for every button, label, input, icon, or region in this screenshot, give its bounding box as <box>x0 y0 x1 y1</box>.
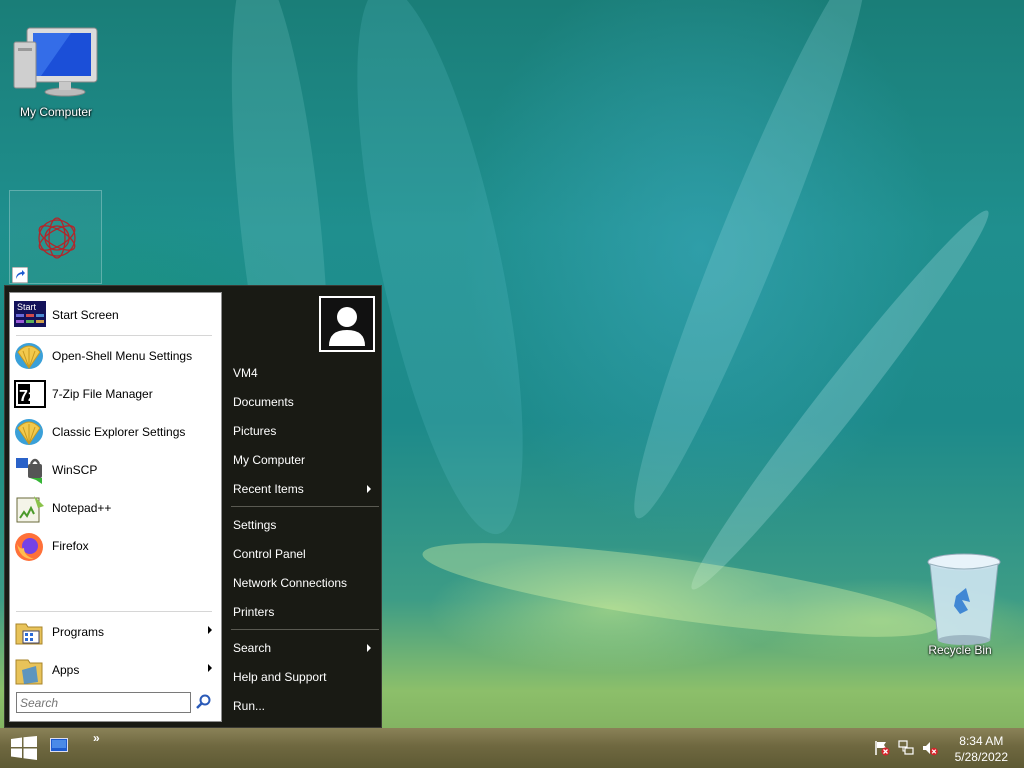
right-item-settings[interactable]: Settings <box>231 513 377 537</box>
menu-item-notepadpp[interactable]: Notepad++ <box>14 492 214 524</box>
start-menu-left-pane: Start Start Screen Open-Shell Menu Setti… <box>9 292 222 722</box>
search-icon[interactable] <box>196 694 212 710</box>
user-avatar[interactable] <box>319 296 375 352</box>
firefox-icon <box>14 532 46 561</box>
submenu-arrow-icon <box>208 664 212 672</box>
shell-icon <box>14 342 46 370</box>
menu-item-7zip[interactable]: 7z 7-Zip File Manager <box>14 378 214 410</box>
action-center-flag-icon[interactable] <box>874 740 890 756</box>
right-item-label: Pictures <box>233 424 277 438</box>
taskbar: » 8:34 AM 5/28/2022 <box>0 728 1024 768</box>
right-item-my-computer[interactable]: My Computer <box>231 448 377 472</box>
right-item-recent-items[interactable]: Recent Items <box>231 477 377 501</box>
right-item-label: Control Panel <box>233 547 306 561</box>
right-item-label: Network Connections <box>233 576 348 590</box>
menu-item-label: Programs <box>52 625 105 639</box>
menu-item-label: Firefox <box>52 539 89 553</box>
menu-item-classic-explorer-settings[interactable]: Classic Explorer Settings <box>14 416 214 448</box>
right-item-label: Run... <box>233 699 266 713</box>
right-item-label: Documents <box>233 395 294 409</box>
right-item-label: Printers <box>233 605 275 619</box>
menu-item-label: Start Screen <box>52 308 119 322</box>
apps-icon <box>14 656 46 685</box>
shell-icon <box>14 418 46 446</box>
shortcut-desktop-icon[interactable] <box>9 190 102 284</box>
search-input[interactable] <box>20 694 180 711</box>
search-box[interactable] <box>16 692 191 713</box>
submenu-arrow-icon <box>367 485 371 493</box>
red-swirl-icon <box>38 217 76 259</box>
show-desktop-icon[interactable] <box>50 738 68 752</box>
clock-time: 8:34 AM <box>959 734 1004 748</box>
computer-icon <box>13 27 98 97</box>
menu-item-open-shell-settings[interactable]: Open-Shell Menu Settings <box>14 340 214 372</box>
system-clock[interactable]: 8:34 AM 5/28/2022 <box>955 733 1008 765</box>
right-item-printers[interactable]: Printers <box>231 600 377 624</box>
menu-item-apps[interactable]: Apps <box>14 654 214 686</box>
menu-item-programs[interactable]: Programs <box>14 616 214 648</box>
right-item-documents[interactable]: Documents <box>231 390 377 414</box>
menu-item-firefox[interactable]: Firefox <box>14 530 214 562</box>
right-item-control-panel[interactable]: Control Panel <box>231 542 377 566</box>
notepadpp-icon <box>14 494 46 523</box>
toolbar-chevron[interactable]: » <box>93 731 100 745</box>
7zip-icon-text: 7z <box>19 388 36 405</box>
right-item-search[interactable]: Search <box>231 636 377 660</box>
menu-item-label: WinSCP <box>52 463 98 477</box>
recycle-bin-desktop-icon[interactable]: Recycle Bin <box>912 552 1008 657</box>
start-menu: Start Start Screen Open-Shell Menu Setti… <box>4 285 382 728</box>
my-computer-desktop-icon[interactable]: My Computer <box>8 24 104 119</box>
separator <box>231 629 379 630</box>
right-item-label: My Computer <box>233 453 306 467</box>
windows-logo-icon[interactable] <box>10 736 38 760</box>
user-icon <box>321 298 373 350</box>
separator <box>16 611 212 612</box>
menu-item-winscp[interactable]: WinSCP <box>14 454 214 486</box>
submenu-arrow-icon <box>208 626 212 634</box>
separator <box>231 506 379 507</box>
clock-date: 5/28/2022 <box>954 750 1008 764</box>
separator <box>16 335 212 336</box>
programs-icon <box>14 618 46 646</box>
right-item-label: VM4 <box>233 366 258 380</box>
right-item-label: Recent Items <box>233 482 304 496</box>
right-item-help-and-support[interactable]: Help and Support <box>231 665 377 689</box>
right-item-label: Settings <box>233 518 277 532</box>
start-screen-icon-text: Start <box>17 302 37 312</box>
winscp-icon <box>14 456 46 484</box>
menu-item-label: Open-Shell Menu Settings <box>52 349 193 363</box>
right-item-vm4[interactable]: VM4 <box>231 361 377 385</box>
7zip-icon: 7z <box>14 380 46 408</box>
submenu-arrow-icon <box>367 644 371 652</box>
right-item-label: Help and Support <box>233 670 327 684</box>
menu-item-label: Classic Explorer Settings <box>52 425 186 439</box>
shortcut-arrow-icon <box>12 267 28 283</box>
menu-item-label: Notepad++ <box>52 501 112 515</box>
volume-muted-icon[interactable] <box>922 740 938 756</box>
recycle-bin-icon <box>927 553 1001 645</box>
menu-item-label: Apps <box>52 663 80 677</box>
right-item-label: Search <box>233 641 272 655</box>
menu-item-start-screen[interactable]: Start Start Screen <box>14 299 214 331</box>
menu-item-label: 7-Zip File Manager <box>52 387 153 401</box>
start-screen-icon: Start <box>14 301 46 329</box>
right-item-network-connections[interactable]: Network Connections <box>231 571 377 595</box>
network-icon[interactable] <box>898 740 914 756</box>
my-computer-label: My Computer <box>19 105 93 119</box>
right-item-run[interactable]: Run... <box>231 694 377 718</box>
right-item-pictures[interactable]: Pictures <box>231 419 377 443</box>
